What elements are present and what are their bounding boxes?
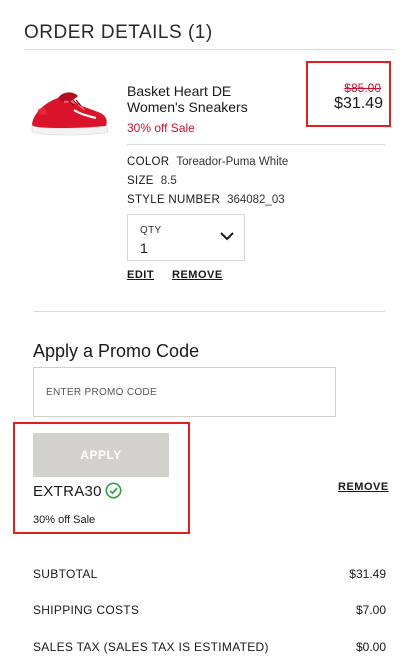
order-details-title: ORDER DETAILS (1) bbox=[24, 22, 213, 43]
check-circle-icon bbox=[105, 482, 122, 499]
shipping-label: SHIPPING COSTS bbox=[33, 603, 140, 617]
original-price: $85.00 bbox=[344, 81, 381, 95]
price-highlight-box: $85.00 $31.49 bbox=[306, 61, 391, 127]
quantity-label: QTY bbox=[140, 225, 162, 236]
attribute-size: SIZE 8.5 bbox=[127, 175, 177, 187]
shipping-value: $7.00 bbox=[355, 603, 386, 617]
remove-promo-link[interactable]: REMOVE bbox=[338, 481, 389, 493]
edit-link[interactable]: EDIT bbox=[127, 269, 154, 281]
subtotal-label: SUBTOTAL bbox=[33, 567, 98, 581]
product-name[interactable]: Basket Heart DE Women's Sneakers bbox=[127, 83, 287, 115]
red-sneaker-image bbox=[31, 92, 109, 136]
divider bbox=[127, 144, 385, 145]
remove-item-link[interactable]: REMOVE bbox=[172, 269, 223, 281]
divider bbox=[24, 49, 395, 50]
attribute-color: COLOR Toreador-Puma White bbox=[127, 156, 288, 168]
applied-promo-description: 30% off Sale bbox=[33, 514, 96, 526]
sale-note: 30% off Sale bbox=[127, 121, 195, 135]
attribute-key: COLOR bbox=[127, 156, 170, 168]
promo-title: Apply a Promo Code bbox=[33, 341, 200, 361]
sales-tax-value: $0.00 bbox=[355, 640, 386, 654]
quantity-select[interactable]: QTY 1 bbox=[127, 214, 245, 261]
quantity-value: 1 bbox=[140, 240, 148, 256]
sales-tax-label: SALES TAX (SALES TAX IS ESTIMATED) bbox=[33, 640, 269, 654]
attribute-key: SIZE bbox=[127, 175, 154, 187]
subtotal-value: $31.49 bbox=[349, 567, 386, 581]
promo-code-input[interactable] bbox=[33, 367, 336, 417]
applied-promo-code: EXTRA30 bbox=[33, 483, 102, 500]
sale-price: $31.49 bbox=[334, 95, 383, 112]
divider bbox=[33, 311, 385, 312]
apply-button[interactable]: APPLY bbox=[33, 433, 169, 477]
attribute-value: Toreador-Puma White bbox=[176, 156, 289, 168]
chevron-down-icon bbox=[220, 232, 234, 241]
attribute-value: 8.5 bbox=[160, 175, 177, 187]
attribute-value: 364082_03 bbox=[227, 194, 285, 206]
attribute-key: STYLE NUMBER bbox=[127, 194, 221, 206]
attribute-style-number: STYLE NUMBER 364082_03 bbox=[127, 194, 285, 206]
